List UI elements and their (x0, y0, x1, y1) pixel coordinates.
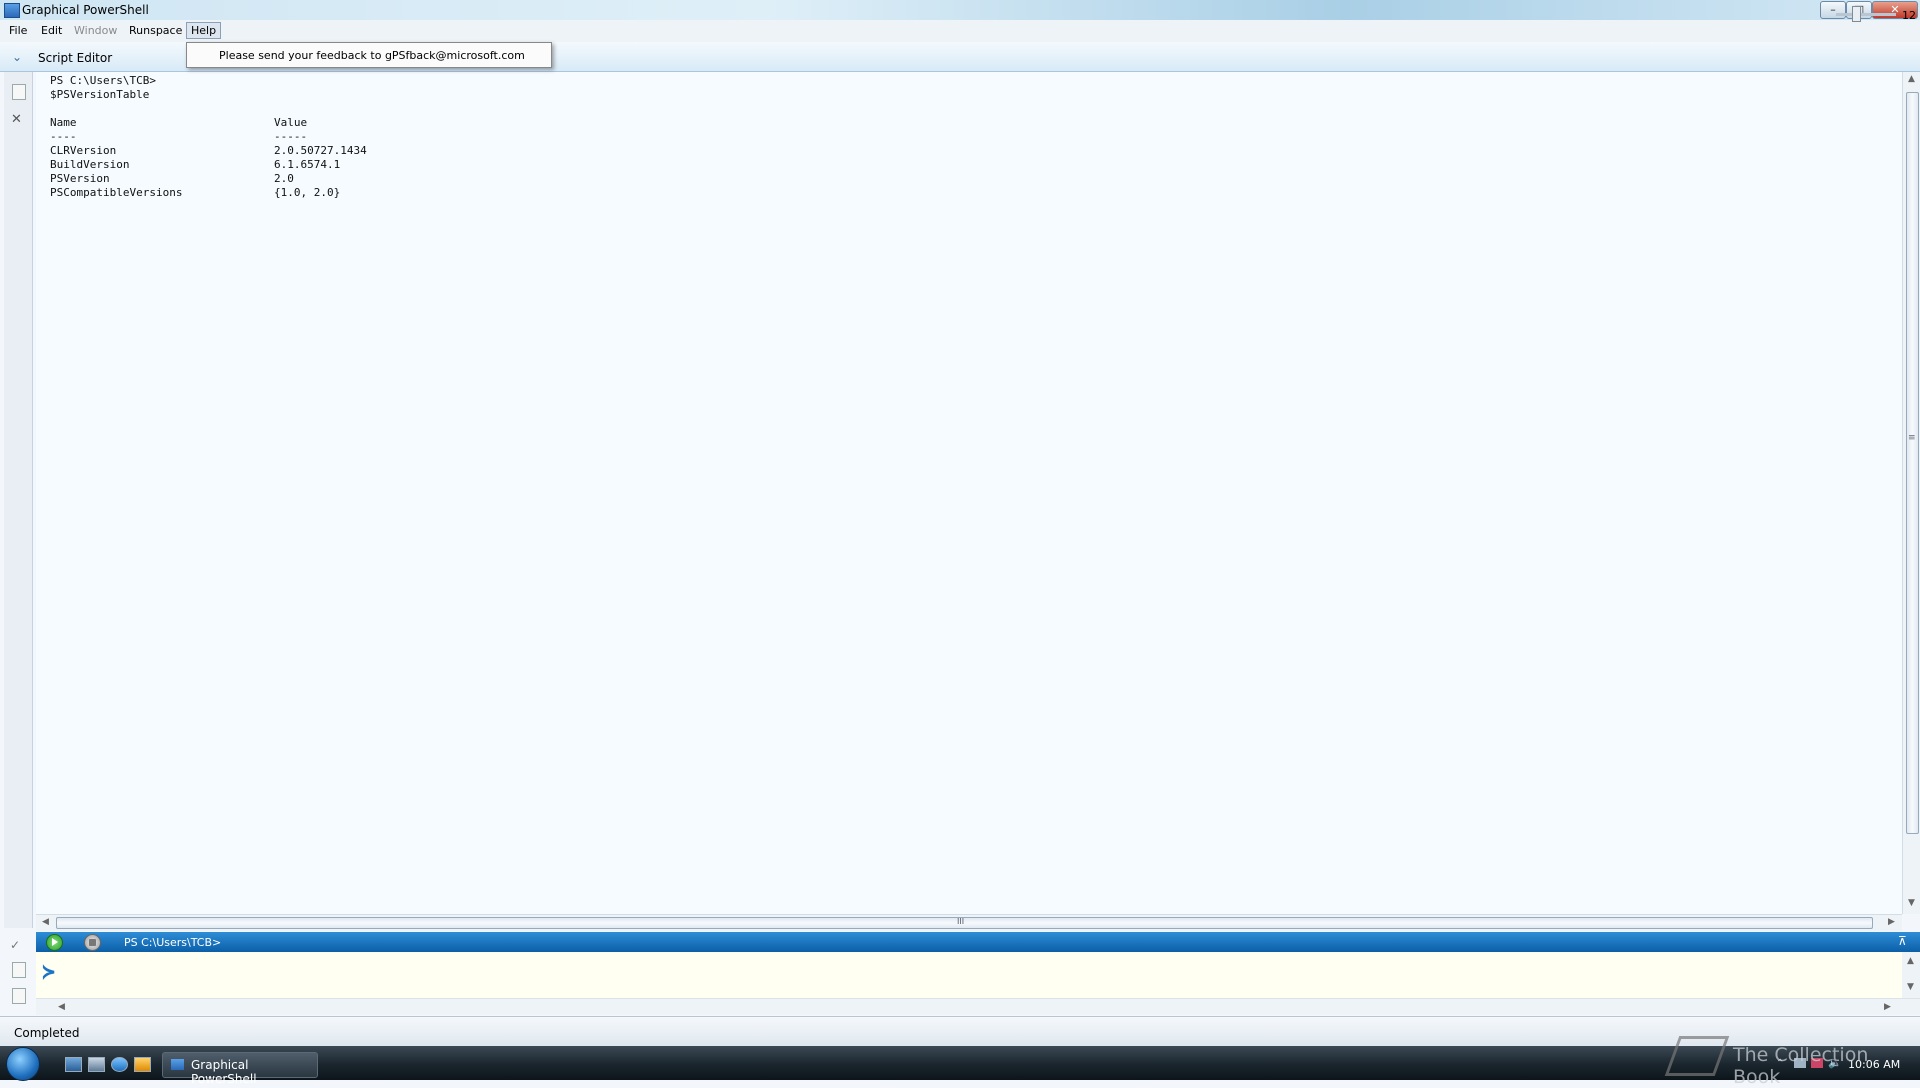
script-editor-output[interactable]: PS C:\Users\TCB> $PSVersionTable Name Va… (36, 72, 1902, 914)
watermark: The Collection Book (1733, 1044, 1869, 1088)
prompt-line: PS C:\Users\TCB> (50, 74, 156, 87)
app-icon (171, 1059, 184, 1070)
stop-icon[interactable] (84, 934, 101, 951)
script-editor-label: Script Editor (38, 51, 113, 65)
help-feedback-item[interactable]: Please send your feedback to gPSfback@mi… (219, 49, 525, 62)
horizontal-scroll-thumb[interactable]: III (56, 917, 1873, 929)
row-name: PSCompatibleVersions (50, 186, 183, 199)
column-header-value: Value (274, 116, 308, 129)
menu-window: Window (74, 24, 118, 37)
separator-value: ----- (274, 130, 308, 143)
input-vertical-scrollbar[interactable]: ▲ ▼ (1902, 952, 1920, 998)
scroll-grip: III (957, 917, 965, 926)
menu-help[interactable]: Help (186, 22, 222, 39)
scroll-right-icon[interactable]: ▶ (1888, 917, 1895, 927)
scroll-down-icon[interactable]: ▼ (1908, 898, 1915, 908)
copy-icon[interactable] (12, 962, 26, 978)
paste-icon[interactable] (12, 988, 26, 1004)
pin-icon[interactable]: ⊼ (1898, 934, 1907, 948)
separator-name: ---- (50, 130, 77, 143)
show-desktop-icon[interactable] (65, 1057, 82, 1072)
menu-file[interactable]: File (5, 24, 31, 37)
edit-tool-icon[interactable]: ✕ (11, 112, 22, 127)
row-value: 2.0 (274, 172, 294, 185)
app-icon (4, 3, 20, 18)
column-header-name: Name (50, 116, 77, 129)
row-name: BuildVersion (50, 158, 130, 171)
title-bar: Graphical PowerShell – □ ✕ (0, 0, 1920, 21)
row-value: 2.0.50727.1434 (274, 144, 367, 157)
taskbar-item-label: Graphical PowerShell (191, 1058, 257, 1086)
command-input-area[interactable]: ≻ (36, 952, 1902, 998)
media-player-icon[interactable] (134, 1057, 151, 1072)
row-name: PSVersion (50, 172, 110, 185)
chevron-down-icon[interactable]: ⌄ (12, 50, 22, 64)
scroll-right-icon[interactable]: ▶ (1884, 1002, 1891, 1012)
taskbar: Graphical PowerShell ⌃ 🔈 10:06 AM (0, 1046, 1920, 1086)
left-toolbar: ✕ ✓ (4, 72, 33, 1004)
editor-vertical-scrollbar[interactable]: ▲ ≡ ▼ (1902, 72, 1920, 914)
scroll-left-icon[interactable]: ◀ (42, 917, 49, 927)
switch-windows-icon[interactable] (88, 1057, 105, 1072)
status-bar: Completed (0, 1016, 1920, 1047)
input-horizontal-scrollbar[interactable]: ◀ ▶ (36, 998, 1920, 1015)
row-name: CLRVersion (50, 144, 117, 157)
editor-horizontal-scrollbar[interactable]: ◀ III ▶ (36, 914, 1902, 931)
prompt-icon: ≻ (42, 960, 56, 985)
row-value: {1.0, 2.0} (274, 186, 341, 199)
document-icon[interactable] (12, 84, 26, 100)
console-path: PS C:\Users\TCB> (124, 936, 222, 949)
scroll-up-icon[interactable]: ▲ (1908, 74, 1915, 84)
zoom-value: 12 (1902, 9, 1916, 22)
zoom-slider-thumb[interactable] (1852, 6, 1861, 22)
scroll-down-icon[interactable]: ▼ (1907, 982, 1914, 992)
scroll-grip: ≡ (1908, 433, 1916, 443)
menu-edit[interactable]: Edit (37, 24, 66, 37)
scroll-left-icon[interactable]: ◀ (58, 1002, 65, 1012)
command-line: $PSVersionTable (50, 88, 150, 101)
taskbar-item-graphical-powershell[interactable]: Graphical PowerShell (162, 1052, 318, 1086)
run-icon[interactable] (46, 934, 63, 951)
zoom-slider[interactable] (1836, 13, 1896, 16)
status-text: Completed (14, 1026, 80, 1040)
clear-icon[interactable]: ✓ (10, 938, 20, 952)
menu-runspace[interactable]: Runspace (125, 24, 186, 37)
window-title: Graphical PowerShell (22, 3, 149, 17)
vertical-scroll-thumb[interactable]: ≡ (1906, 92, 1919, 834)
scroll-up-icon[interactable]: ▲ (1907, 956, 1914, 966)
minimize-button[interactable]: – (1820, 1, 1846, 19)
row-value: 6.1.6574.1 (274, 158, 341, 171)
help-dropdown: Please send your feedback to gPSfback@mi… (186, 42, 552, 68)
console-toolbar: PS C:\Users\TCB> ⊼ (36, 932, 1920, 952)
internet-explorer-icon[interactable] (111, 1057, 128, 1072)
start-orb-icon[interactable] (6, 1047, 40, 1081)
menu-bar: File Edit Window Runspace Help (0, 20, 1920, 43)
